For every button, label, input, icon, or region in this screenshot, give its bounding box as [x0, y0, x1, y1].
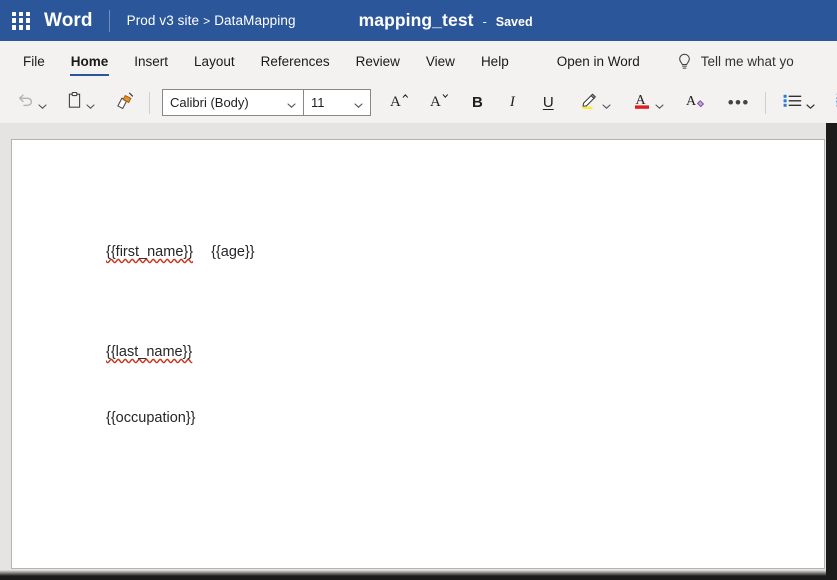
- underline-button[interactable]: U: [539, 88, 558, 118]
- grow-font-button[interactable]: A: [385, 88, 415, 118]
- highlight-button[interactable]: [575, 88, 615, 118]
- chevron-down-icon[interactable]: [806, 98, 815, 110]
- tab-layout-label: Layout: [194, 54, 235, 69]
- toolbar-separator: [764, 91, 766, 114]
- breadcrumb-site[interactable]: Prod v3 site: [127, 13, 199, 28]
- open-in-word-button[interactable]: Open in Word: [544, 41, 653, 82]
- merge-field-last-name: {{last_name}}: [106, 344, 193, 360]
- ellipsis-icon: •••: [727, 93, 750, 112]
- chevron-down-icon[interactable]: [38, 98, 47, 109]
- chevron-down-icon[interactable]: [354, 98, 363, 108]
- font-color-button[interactable]: A: [629, 88, 668, 118]
- tab-layout[interactable]: Layout: [181, 41, 248, 82]
- chevron-down-icon[interactable]: [602, 98, 611, 109]
- tab-references[interactable]: References: [248, 41, 343, 82]
- grow-font-icon: A: [389, 91, 411, 115]
- undo-button[interactable]: [12, 88, 51, 118]
- svg-text:A: A: [390, 94, 401, 110]
- breadcrumb-folder[interactable]: DataMapping: [214, 13, 295, 28]
- highlighter-icon: [579, 91, 599, 115]
- shrink-font-icon: A: [429, 91, 451, 115]
- lightbulb-icon: [677, 53, 692, 70]
- clear-formatting-button[interactable]: A: [681, 88, 710, 118]
- font-size-value: 11: [311, 95, 325, 110]
- open-in-word-label: Open in Word: [556, 54, 640, 69]
- bold-button[interactable]: B: [468, 88, 487, 118]
- format-painter-icon: [114, 91, 135, 115]
- svg-text:A: A: [686, 94, 697, 109]
- paste-button[interactable]: [62, 88, 99, 118]
- breadcrumb-separator: >: [203, 14, 211, 28]
- tab-help[interactable]: Help: [468, 41, 522, 82]
- document-canvas: {{first_name}} {{age}} {{last_name}} {{oc…: [0, 123, 837, 580]
- tab-file-label: File: [23, 54, 45, 69]
- numbered-list-button[interactable]: 1 2 3: [831, 88, 837, 118]
- undo-arrow-icon: [16, 91, 35, 115]
- more-options-button[interactable]: •••: [724, 88, 754, 118]
- shrink-font-button[interactable]: A: [425, 88, 455, 118]
- clipboard-icon: [66, 91, 83, 115]
- clear-formatting-icon: A: [685, 91, 706, 115]
- tell-me-label: Tell me what yo: [700, 54, 794, 69]
- merge-field-age: {{age}}: [211, 244, 255, 260]
- chevron-down-icon[interactable]: [287, 98, 296, 108]
- chevron-down-icon[interactable]: [655, 98, 664, 109]
- document-title-group: mapping_test - Saved: [359, 10, 533, 31]
- bullet-list-icon: [782, 91, 803, 115]
- vertical-scrollbar[interactable]: [826, 123, 837, 580]
- formatting-toolbar: Calibri (Body) 11 A A B I U A A •••: [0, 82, 837, 124]
- font-color-icon: A: [633, 91, 652, 115]
- header-divider: [108, 9, 110, 32]
- font-controls-group: Calibri (Body) 11: [162, 89, 371, 116]
- tab-help-label: Help: [480, 54, 509, 69]
- font-name-select[interactable]: Calibri (Body): [163, 90, 304, 115]
- svg-text:A: A: [430, 94, 441, 110]
- chevron-down-icon[interactable]: [86, 98, 95, 109]
- merge-field-first-name: {{first_name}}: [106, 244, 194, 260]
- tab-references-label: References: [260, 54, 330, 69]
- tab-file[interactable]: File: [10, 41, 58, 82]
- tab-home[interactable]: Home: [58, 41, 122, 82]
- font-name-value: Calibri (Body): [170, 95, 249, 110]
- document-title[interactable]: mapping_test: [359, 10, 474, 31]
- document-line-first-name-age[interactable]: {{first_name}} {{age}}: [106, 244, 255, 260]
- tab-insert[interactable]: Insert: [121, 41, 181, 82]
- document-line-last-name[interactable]: {{last_name}}: [106, 344, 192, 360]
- word-online-window: Word Prod v3 site > DataMapping mapping_te…: [0, 0, 837, 580]
- document-page[interactable]: {{first_name}} {{age}} {{last_name}} {{oc…: [11, 139, 825, 569]
- toolbar-separator: [149, 91, 150, 114]
- window-bottom-edge: [0, 570, 837, 580]
- merge-field-occupation: {{occupation}}: [106, 410, 196, 426]
- save-status-badge[interactable]: Saved: [496, 15, 533, 29]
- ribbon-tab-bar: File Home Insert Layout References Revie…: [0, 41, 837, 82]
- app-name: Word: [44, 9, 93, 31]
- italic-icon: I: [509, 94, 515, 110]
- italic-button[interactable]: I: [506, 88, 519, 118]
- tab-view-label: View: [425, 54, 455, 69]
- tab-home-label: Home: [70, 54, 109, 69]
- bullet-list-button[interactable]: [778, 88, 819, 118]
- title-dash: -: [482, 15, 487, 29]
- tab-review[interactable]: Review: [343, 41, 413, 82]
- tab-view[interactable]: View: [413, 41, 468, 82]
- format-painter-button[interactable]: [110, 88, 139, 118]
- font-size-select[interactable]: 11: [304, 90, 370, 115]
- tab-insert-label: Insert: [134, 54, 169, 69]
- breadcrumb[interactable]: Prod v3 site > DataMapping: [127, 13, 296, 28]
- waffle-grid-icon[interactable]: [12, 11, 30, 30]
- tell-me-search[interactable]: Tell me what yo: [677, 41, 794, 82]
- bold-icon: B: [472, 94, 483, 111]
- underline-icon: U: [542, 94, 554, 111]
- app-header: Word Prod v3 site > DataMapping mapping_te…: [0, 0, 837, 41]
- document-line-occupation[interactable]: {{occupation}}: [106, 410, 196, 426]
- tab-review-label: Review: [355, 54, 400, 69]
